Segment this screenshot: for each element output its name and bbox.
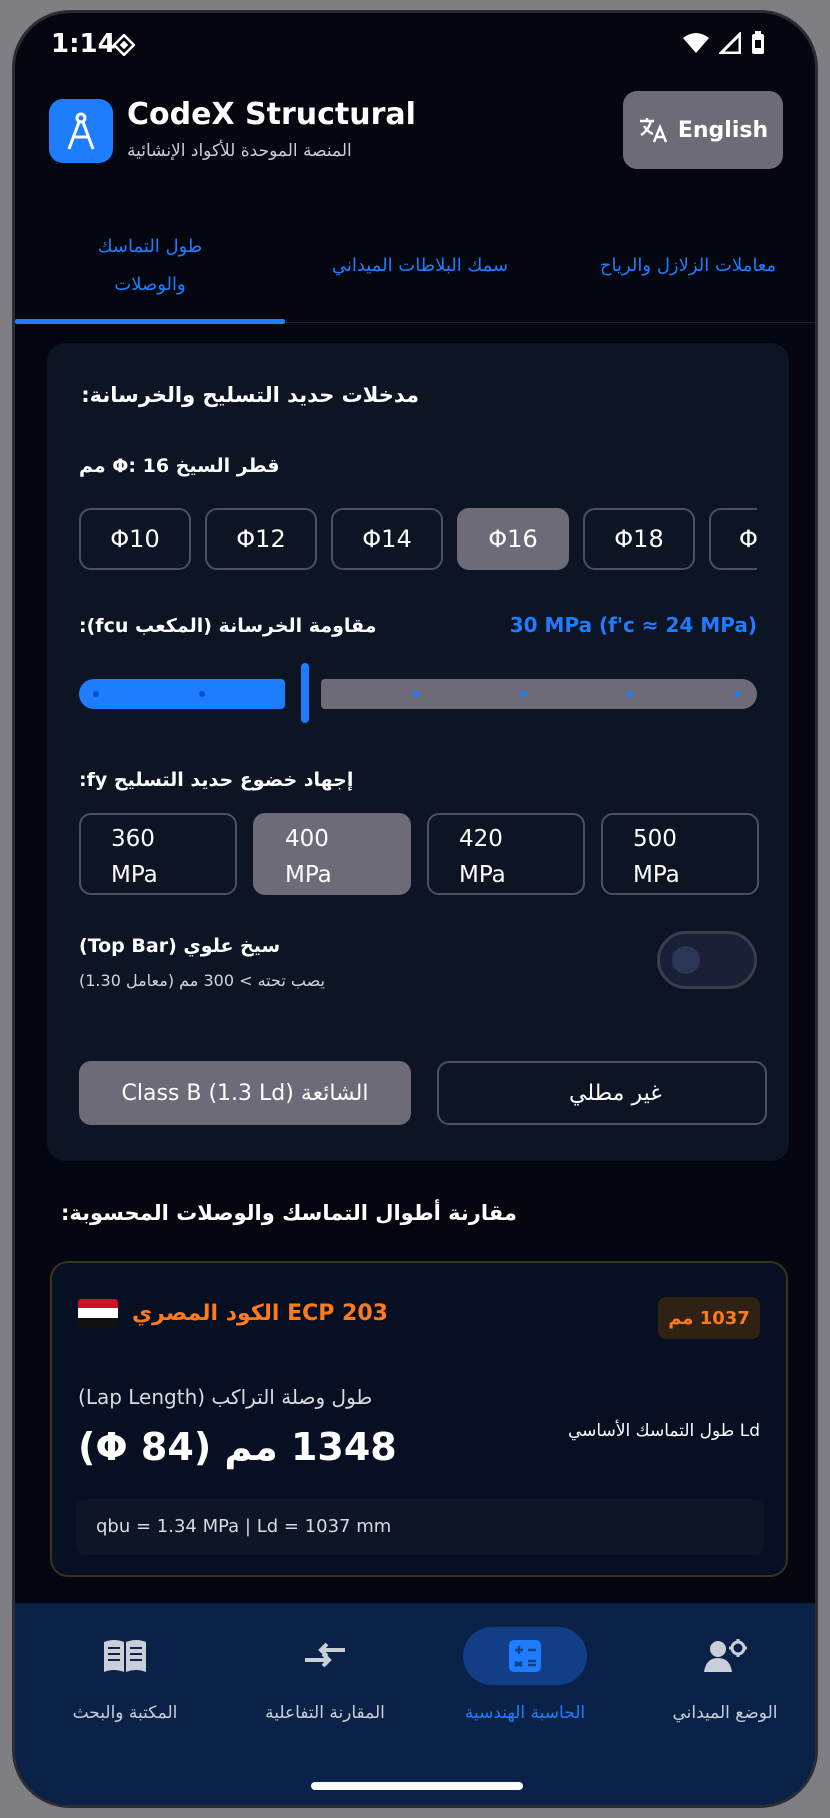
slider-fill: [79, 679, 285, 709]
fy-label: إجهاد خضوع حديد التسليح fy:: [79, 769, 354, 791]
home-indicator[interactable]: [311, 1782, 523, 1790]
diameter-chip[interactable]: Φ10: [79, 508, 191, 570]
fy-options: 360 MPa 400 MPa 420 MPa 500 MPa: [79, 813, 759, 895]
app-notification-icon: [113, 34, 135, 56]
diameter-chip[interactable]: Φ18: [583, 508, 695, 570]
slider-tick: [520, 691, 526, 697]
diameter-chip[interactable]: Φ20: [709, 508, 757, 570]
translate-icon: [639, 118, 667, 143]
code-name: ECP 203 الكود المصري: [132, 1300, 388, 1326]
nav-calculator[interactable]: الحاسبة الهندسية: [425, 1627, 625, 1723]
slider-tick: [627, 691, 633, 697]
language-button[interactable]: English: [623, 91, 783, 169]
code-title: ECP 203 الكود المصري: [78, 1299, 388, 1327]
phone-screen: 1:14 CodeX Structural المنصة الموحدة للأ…: [12, 10, 818, 1808]
fy-option[interactable]: 360 MPa: [79, 813, 237, 895]
diameter-chip[interactable]: Φ14: [331, 508, 443, 570]
book-icon: [89, 1627, 161, 1685]
signal-icon: [719, 32, 741, 54]
bottom-navigation: المكتبة والبحث المقارنة التفاعلية الحاسب…: [15, 1603, 815, 1805]
app-logo: [49, 99, 113, 163]
calculator-icon: [463, 1627, 587, 1685]
slider-tick: [413, 691, 419, 697]
diameter-label: قطر السيخ Φ: 16 مم: [79, 455, 280, 477]
inputs-title: مدخلات حديد التسليح والخرسانة:: [81, 383, 419, 407]
top-bar-label: سيخ علوي (Top Bar): [79, 935, 281, 957]
top-bar-toggle[interactable]: [657, 931, 757, 989]
compare-arrows-icon: [289, 1627, 361, 1685]
diameter-chip[interactable]: Φ12: [205, 508, 317, 570]
fy-option-selected[interactable]: 400 MPa: [253, 813, 411, 895]
tab-slab-thickness[interactable]: سمك البلاطات الميداني: [285, 209, 555, 323]
language-button-label: English: [677, 117, 769, 143]
coating-button[interactable]: غير مطلي: [437, 1061, 767, 1125]
fy-option[interactable]: 500 MPa: [601, 813, 759, 895]
battery-icon: [752, 31, 764, 54]
lap-length-value: 1348 مم (84 Φ): [78, 1425, 397, 1469]
lap-length-label: طول وصلة التراكب (Lap Length): [78, 1385, 373, 1409]
tab-seismic-wind[interactable]: معاملات الزلازل والرياح: [555, 209, 815, 323]
fcu-label: مقاومة الخرسانة (المكعب fcu):: [79, 615, 377, 637]
status-icons: [683, 31, 765, 55]
fcu-slider[interactable]: [79, 663, 757, 723]
engineer-icon: [689, 1627, 761, 1685]
egypt-flag-icon: [78, 1299, 118, 1327]
status-time: 1:14: [51, 29, 116, 59]
nav-compare[interactable]: المقارنة التفاعلية: [225, 1627, 425, 1723]
slider-tick: [93, 691, 99, 697]
status-bar: 1:14: [15, 13, 815, 79]
tab-bar: طول التماسك والوصلات سمك البلاطات الميدا…: [15, 209, 815, 324]
slider-tick: [734, 691, 740, 697]
basic-ld-label: Ld طول التماسك الأساسي: [567, 1421, 760, 1441]
calc-details: qbu = 1.34 MPa | Ld = 1037 mm: [76, 1499, 764, 1555]
diameter-chip-selected[interactable]: Φ16: [457, 508, 569, 570]
tab-bond-length[interactable]: طول التماسك والوصلات: [15, 209, 285, 323]
comparison-title: مقارنة أطوال التماسك والوصلات المحسوبة:: [61, 1201, 517, 1225]
top-bar-sublabel: يصب تحته > 300 مم (معامل 1.30): [79, 971, 325, 990]
app-title: CodeX Structural: [127, 97, 416, 132]
wifi-icon: [683, 33, 709, 53]
tab-indicator: [15, 319, 285, 324]
toggle-knob: [672, 946, 700, 974]
slider-track: [321, 679, 757, 709]
compass-icon: [67, 112, 95, 150]
ld-badge: 1037 مم: [658, 1297, 760, 1339]
fy-option[interactable]: 420 MPa: [427, 813, 585, 895]
nav-field-mode[interactable]: الوضع الميداني: [625, 1627, 815, 1723]
ecp-result-card: ECP 203 الكود المصري 1037 مم طول وصلة ال…: [50, 1261, 788, 1577]
fcu-value: 30 MPa (f'c ≈ 24 MPa): [509, 613, 757, 637]
app-subtitle: المنصة الموحدة للأكواد الإنشائية: [127, 141, 352, 161]
inputs-card: مدخلات حديد التسليح والخرسانة: قطر السيخ…: [47, 343, 789, 1161]
slider-thumb[interactable]: [301, 663, 309, 723]
diameter-chips: Φ10 Φ12 Φ14 Φ16 Φ18 Φ20: [79, 508, 757, 570]
nav-library[interactable]: المكتبة والبحث: [25, 1627, 225, 1723]
slider-tick: [199, 691, 205, 697]
class-b-button[interactable]: الشائعة Class B (1.3 Ld): [79, 1061, 411, 1125]
